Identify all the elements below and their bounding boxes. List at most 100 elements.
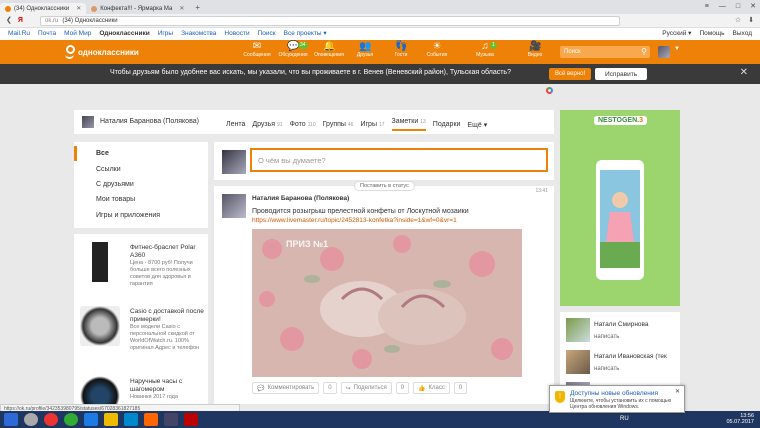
- portal-link-ok[interactable]: Одноклассники: [99, 30, 149, 37]
- tab-feed[interactable]: Лента: [226, 121, 245, 128]
- write-link[interactable]: написать: [594, 334, 619, 340]
- yandex-browser-icon[interactable]: [44, 413, 58, 426]
- share-count: 0: [395, 382, 410, 394]
- download-icon[interactable]: ⬇: [748, 16, 754, 24]
- portal-link-moymir[interactable]: Мой Мир: [64, 30, 91, 37]
- post-time: 13:41: [535, 188, 548, 194]
- toolbar-friends[interactable]: 👥 Друзья: [348, 42, 382, 59]
- comment-button[interactable]: 💬 Комментировать: [252, 382, 320, 394]
- post-text: Проводится розыгрыш прелестной конфеты о…: [252, 208, 469, 215]
- portal-link-search[interactable]: Поиск: [258, 30, 276, 37]
- browser-tab-livemaster[interactable]: Конфекта!!! - Ярмарка Ма ✕: [86, 3, 189, 14]
- windows-update-popup[interactable]: ! Доступны новые обновления Щелкните, чт…: [549, 385, 685, 413]
- back-icon[interactable]: ❮: [6, 16, 12, 24]
- close-window-icon[interactable]: ✕: [750, 2, 756, 10]
- filter-games-apps[interactable]: Игры и приложения: [74, 208, 208, 223]
- tab-notes[interactable]: Заметки 13: [391, 118, 426, 131]
- fix-button[interactable]: Исправить: [595, 68, 648, 80]
- new-tab-icon[interactable]: +: [195, 3, 200, 12]
- yandex-icon[interactable]: Я: [18, 17, 23, 24]
- profile-tabs: Лента Друзья 91 Фото 110 Группы 46 Игры …: [226, 118, 487, 131]
- tab-gifts[interactable]: Подарки: [433, 121, 461, 128]
- skype-icon[interactable]: [84, 413, 98, 426]
- chrome-icon[interactable]: [64, 413, 78, 426]
- friend-item[interactable]: Натали Смирнова написать: [560, 314, 680, 346]
- minimize-icon[interactable]: —: [719, 3, 726, 10]
- profile-header: Наталия Баранова (Полякова) Лента Друзья…: [74, 110, 554, 134]
- portal-link-news[interactable]: Новости: [224, 30, 249, 37]
- tab-groups[interactable]: Группы 46: [323, 121, 354, 128]
- toolbar-discussions[interactable]: 💬 34 Обсуждения: [276, 42, 310, 58]
- close-tab-icon[interactable]: ✕: [179, 5, 184, 12]
- tab-games[interactable]: Игры 17: [360, 121, 384, 128]
- toolbar-notifications[interactable]: 🔔 Оповещения: [312, 42, 346, 59]
- shield-icon: !: [555, 391, 565, 403]
- post-input[interactable]: О чём вы думаете?: [250, 148, 548, 172]
- like-button[interactable]: 👍 Класс: [413, 382, 450, 394]
- help-link[interactable]: Помощь: [699, 30, 724, 37]
- post-composer: О чём вы думаете?: [214, 142, 554, 180]
- tab-friends[interactable]: Друзья 91: [252, 121, 282, 128]
- shoes-photo: [252, 229, 522, 377]
- filter-links[interactable]: Ссылки: [74, 162, 208, 177]
- close-icon[interactable]: ✕: [675, 388, 680, 395]
- ad-item[interactable]: Casio с доставкой после примерки! Все мо…: [74, 302, 208, 358]
- filter-all[interactable]: Все: [74, 146, 208, 161]
- toolbar-events[interactable]: ☀ События: [420, 42, 454, 59]
- write-link[interactable]: написать: [594, 366, 619, 372]
- post-author-avatar[interactable]: [222, 194, 246, 218]
- toolbar-music[interactable]: ♫ 1 Музыка: [468, 42, 502, 58]
- close-tab-icon[interactable]: ✕: [76, 5, 81, 12]
- profile-name[interactable]: Наталия Баранова (Полякова): [100, 118, 199, 125]
- share-button[interactable]: ↪ Поделиться: [340, 382, 392, 394]
- post-link[interactable]: https://www.livemaster.ru/topic/2452813-…: [252, 217, 457, 224]
- close-icon[interactable]: ✕: [740, 67, 748, 78]
- portal-link-dating[interactable]: Знакомства: [181, 30, 216, 37]
- portal-link-games[interactable]: Игры: [158, 30, 173, 37]
- chevron-down-icon[interactable]: ▼: [674, 46, 680, 52]
- folder-icon[interactable]: [104, 413, 118, 426]
- user-avatar[interactable]: [658, 46, 670, 58]
- tab-photos[interactable]: Фото 110: [290, 121, 316, 128]
- prize-caption: ПРИЗ №1: [286, 239, 329, 249]
- tab-more[interactable]: Ещё ▾: [467, 121, 487, 129]
- confirm-button[interactable]: Всё верно!: [549, 68, 592, 80]
- audio-app-icon[interactable]: [24, 413, 38, 426]
- set-status-button[interactable]: Поставить в статус: [354, 181, 415, 191]
- location-notice: Чтобы друзьям было удобнее вас искать, м…: [0, 64, 760, 84]
- bookmark-icon[interactable]: ☆: [735, 16, 741, 24]
- friend-item[interactable]: Натали Ивановская (тек написать: [560, 346, 680, 378]
- maximize-icon[interactable]: □: [736, 3, 740, 10]
- thumbs-up-icon: 👍: [418, 385, 426, 392]
- portal-link-mailru[interactable]: Mail.Ru: [8, 30, 30, 37]
- tray-clock[interactable]: 13:56 05.07.2017: [726, 413, 754, 425]
- post-author[interactable]: Наталия Баранова (Полякова): [252, 195, 349, 202]
- tray-language[interactable]: RU: [620, 416, 629, 422]
- media-icon[interactable]: [164, 413, 178, 426]
- filter-my-goods[interactable]: Мои товары: [74, 192, 208, 207]
- ok-app-icon[interactable]: [144, 413, 158, 426]
- url-field[interactable]: ok.ru (34) Одноклассники: [40, 16, 620, 26]
- toolbar-video[interactable]: 🎥 Видео: [518, 42, 552, 59]
- logout-link[interactable]: Выход: [733, 30, 752, 37]
- browser-tab-ok[interactable]: (34) Одноклассники ✕: [0, 3, 87, 14]
- language-select[interactable]: Русский ▾: [662, 29, 691, 37]
- toolbar-guests[interactable]: 👣 Гости: [384, 42, 418, 59]
- portal-link-mail[interactable]: Почта: [38, 30, 56, 37]
- right-ad-banner[interactable]: NESTOGEN.3: [560, 110, 680, 306]
- ad-item[interactable]: Фитнес-браслет Polar A360 Цена - 8700 ру…: [74, 238, 208, 294]
- opera-icon[interactable]: [184, 413, 198, 426]
- profile-avatar[interactable]: [82, 116, 94, 128]
- filter-with-friends[interactable]: С друзьями: [74, 177, 208, 192]
- portal-link-all[interactable]: Все проекты ▾: [284, 29, 327, 37]
- ok-logo[interactable]: одноклассники: [64, 45, 139, 59]
- menu-icon[interactable]: ≡: [705, 3, 709, 10]
- toolbar-messages[interactable]: ✉ Сообщения: [240, 42, 274, 59]
- ie-icon[interactable]: [124, 413, 138, 426]
- search-icon[interactable]: ⚲: [641, 47, 647, 56]
- search-input[interactable]: Поиск ⚲: [560, 46, 650, 58]
- ok-favicon-icon: [5, 5, 11, 12]
- ok-logo-icon: [64, 45, 75, 59]
- post-image[interactable]: ПРИЗ №1: [252, 229, 522, 377]
- start-icon[interactable]: [4, 413, 18, 426]
